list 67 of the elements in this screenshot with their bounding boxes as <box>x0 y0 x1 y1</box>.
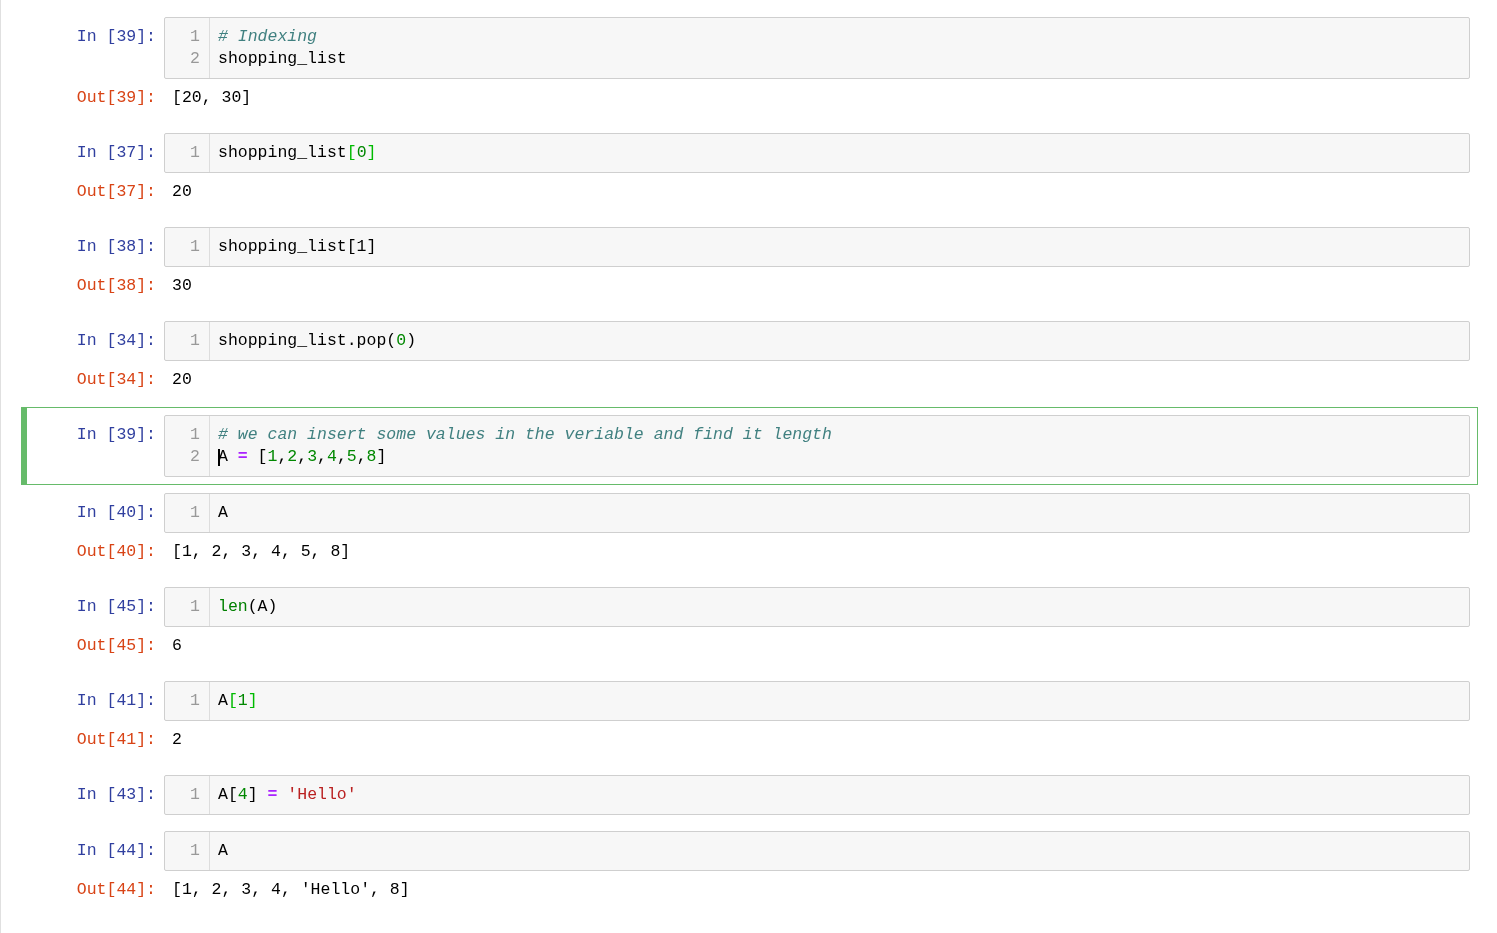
input-prompt: In [41]: <box>75 690 157 712</box>
line-number: 2 <box>189 48 200 70</box>
input-prompt: In [38]: <box>75 236 157 258</box>
line-number: 1 <box>189 424 200 446</box>
output-prompt: Out[40]: <box>75 541 157 563</box>
output-prompt: Out[37]: <box>75 181 157 203</box>
input-prompt: In [37]: <box>75 142 157 164</box>
code-line: # Indexing <box>218 26 319 48</box>
notebook-cell[interactable]: In [40]: 1 A Out[40]: [1, 2, 3, 4, 5, 8] <box>21 485 1478 579</box>
output-prompt: Out[45]: <box>75 635 157 657</box>
input-prompt: In [43]: <box>75 784 157 806</box>
line-number: 1 <box>189 142 200 164</box>
code-input[interactable]: 1 shopping_list[0] <box>164 133 1470 173</box>
code-line: shopping_list <box>218 48 347 70</box>
line-number: 1 <box>189 330 200 352</box>
code-line: shopping_list[0] <box>218 142 377 164</box>
code-line: A[1] <box>218 690 258 712</box>
output-prompt: Out[39]: <box>75 87 157 109</box>
code-line: A[4] = 'Hello' <box>218 784 357 806</box>
code-input[interactable]: 1 shopping_list[1] <box>164 227 1470 267</box>
line-number: 1 <box>189 690 200 712</box>
output-prompt: Out[34]: <box>75 369 157 391</box>
output-text: 6 <box>171 635 182 657</box>
input-prompt: In [45]: <box>75 596 157 618</box>
input-prompt: In [34]: <box>75 330 157 352</box>
output-text: 2 <box>171 729 182 751</box>
code-input[interactable]: 1 A <box>164 493 1470 533</box>
code-line: shopping_list[1] <box>218 236 377 258</box>
code-line: # we can insert some values in the veriable and find it length <box>218 424 832 446</box>
notebook-cell[interactable]: In [34]: 1 shopping_list.pop(0) Out[34]: 20 <box>21 313 1478 407</box>
output-text: 30 <box>171 275 192 297</box>
notebook-cell[interactable]: In [39]: 1 2 # Indexing shopping_list Out[39]: [20, 30] <box>21 9 1478 125</box>
code-input[interactable]: 1 A[1] <box>164 681 1470 721</box>
code-line: A <box>218 502 228 524</box>
notebook-cell[interactable]: In [41]: 1 A[1] Out[41]: 2 <box>21 673 1478 767</box>
output-prompt: Out[41]: <box>75 729 157 751</box>
code-line: A <box>218 840 228 862</box>
code-input[interactable]: 1 len(A) <box>164 587 1470 627</box>
notebook-cell[interactable]: In [37]: 1 shopping_list[0] Out[37]: 20 <box>21 125 1478 219</box>
output-prompt: Out[38]: <box>75 275 157 297</box>
code-input[interactable]: 1 shopping_list.pop(0) <box>164 321 1470 361</box>
output-prompt: Out[44]: <box>75 879 157 901</box>
output-text: 20 <box>171 369 192 391</box>
input-prompt: In [39]: <box>75 424 157 446</box>
output-text: [20, 30] <box>171 87 252 109</box>
input-prompt: In [44]: <box>75 840 157 862</box>
input-prompt: In [40]: <box>75 502 157 524</box>
code-input[interactable]: 1 2 # Indexing shopping_list <box>164 17 1470 79</box>
output-text: 20 <box>171 181 192 203</box>
line-number: 2 <box>189 446 200 468</box>
code-line: len(A) <box>218 596 278 618</box>
line-number: 1 <box>189 784 200 806</box>
line-number: 1 <box>189 236 200 258</box>
line-number: 1 <box>189 840 200 862</box>
notebook-cell[interactable]: In [44]: 1 A Out[44]: [1, 2, 3, 4, 'Hello', 8] <box>21 823 1478 917</box>
code-input[interactable]: 1 A[4] = 'Hello' <box>164 775 1470 815</box>
line-number: 1 <box>189 596 200 618</box>
line-number: 1 <box>189 502 200 524</box>
output-text: [1, 2, 3, 4, 5, 8] <box>171 541 351 563</box>
output-text: [1, 2, 3, 4, 'Hello', 8] <box>171 879 410 901</box>
code-line: shopping_list.pop(0) <box>218 330 417 352</box>
input-prompt: In [39]: <box>75 26 157 48</box>
notebook-cell[interactable]: In [38]: 1 shopping_list[1] Out[38]: 30 <box>21 219 1478 313</box>
code-input[interactable]: 1 A <box>164 831 1470 871</box>
notebook-cell[interactable]: In [43]: 1 A[4] = 'Hello' <box>21 767 1478 823</box>
notebook-cell[interactable]: In [45]: 1 len(A) Out[45]: 6 <box>21 579 1478 673</box>
line-number: 1 <box>189 26 200 48</box>
